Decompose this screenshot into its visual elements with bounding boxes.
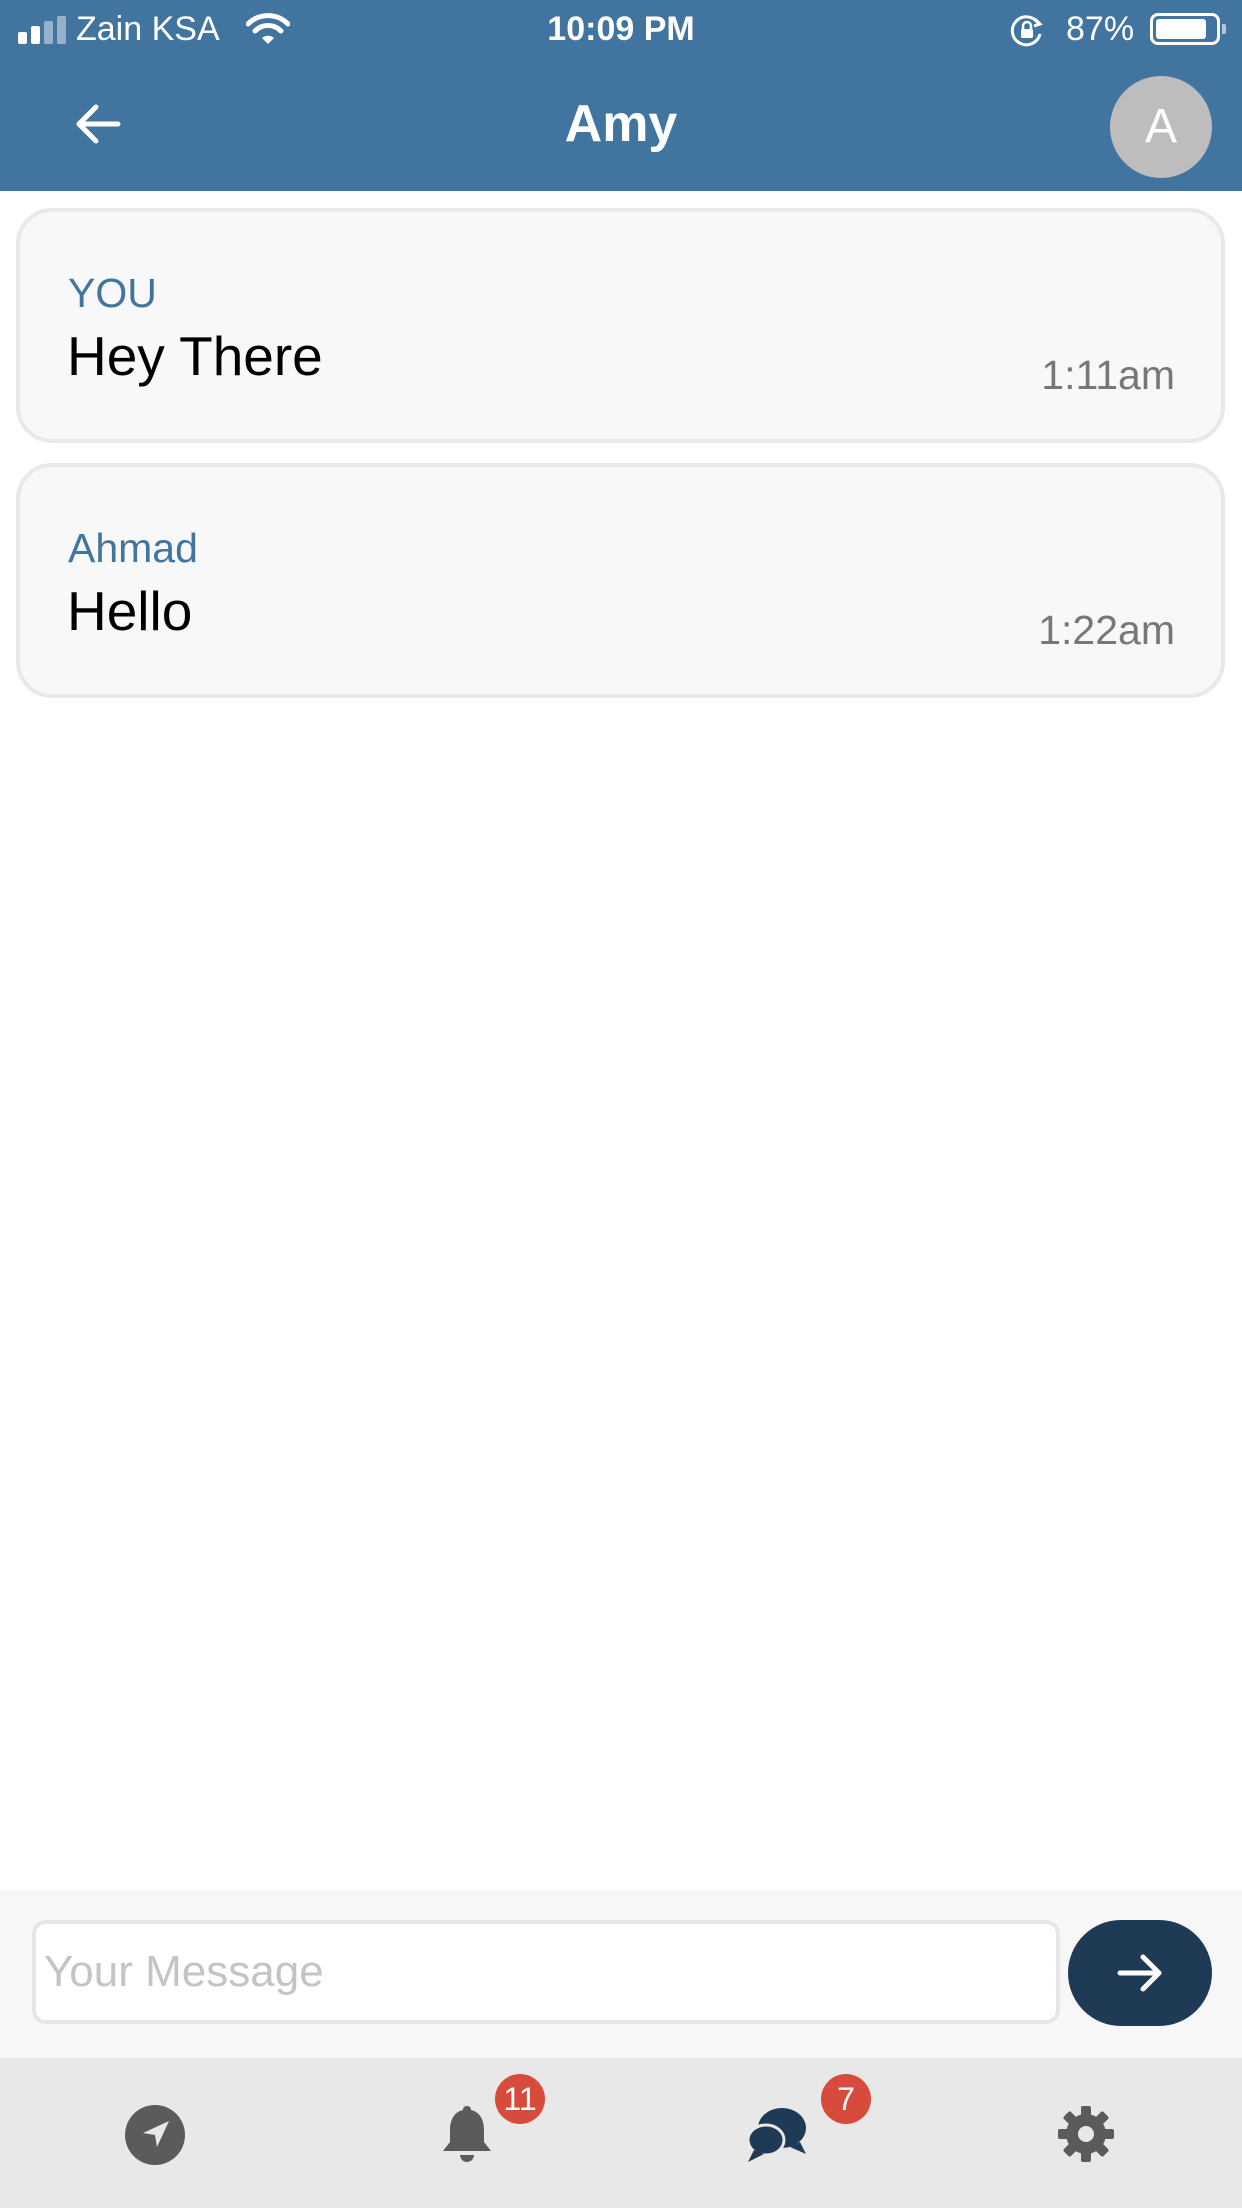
bell-icon (443, 2106, 491, 2162)
send-button[interactable] (1068, 1920, 1212, 2026)
message-card: Ahmad Hello 1:22am (16, 463, 1225, 698)
status-bar: Zain KSA 10:09 PM 87% (0, 0, 1242, 60)
bottom-tab-bar: 11 7 (0, 2058, 1242, 2208)
message-card: YOU Hey There 1:11am (16, 208, 1225, 443)
tab-location[interactable] (56, 2058, 256, 2208)
message-sender: Ahmad (68, 525, 198, 571)
gear-icon (1058, 2106, 1114, 2162)
battery-percentage: 87% (1066, 10, 1135, 48)
page-title: Amy (564, 95, 678, 153)
message-text: Hello (67, 580, 193, 642)
orientation-lock-icon (1010, 15, 1043, 47)
message-time: 1:11am (1041, 352, 1175, 398)
message-composer (0, 1890, 1242, 2058)
tab-notifications[interactable]: 11 (366, 2058, 566, 2208)
avatar[interactable]: A (1110, 76, 1212, 178)
message-sender: YOU (68, 270, 157, 316)
message-time: 1:22am (1038, 607, 1175, 653)
app-header: Zain KSA 10:09 PM 87% Amy A (0, 0, 1242, 191)
status-time: 10:09 PM (547, 10, 695, 48)
tab-settings[interactable] (986, 2058, 1186, 2208)
tab-messages[interactable]: 7 (676, 2058, 876, 2208)
message-input[interactable] (32, 1920, 1060, 2024)
message-text: Hey There (67, 325, 323, 387)
notification-badge: 11 (495, 2074, 545, 2124)
chat-bubbles-icon (746, 2108, 806, 2162)
arrow-right-icon (1117, 1954, 1162, 1992)
battery-icon (1150, 13, 1226, 45)
navigation-arrow-icon (125, 2105, 185, 2165)
messages-badge: 7 (821, 2074, 871, 2124)
